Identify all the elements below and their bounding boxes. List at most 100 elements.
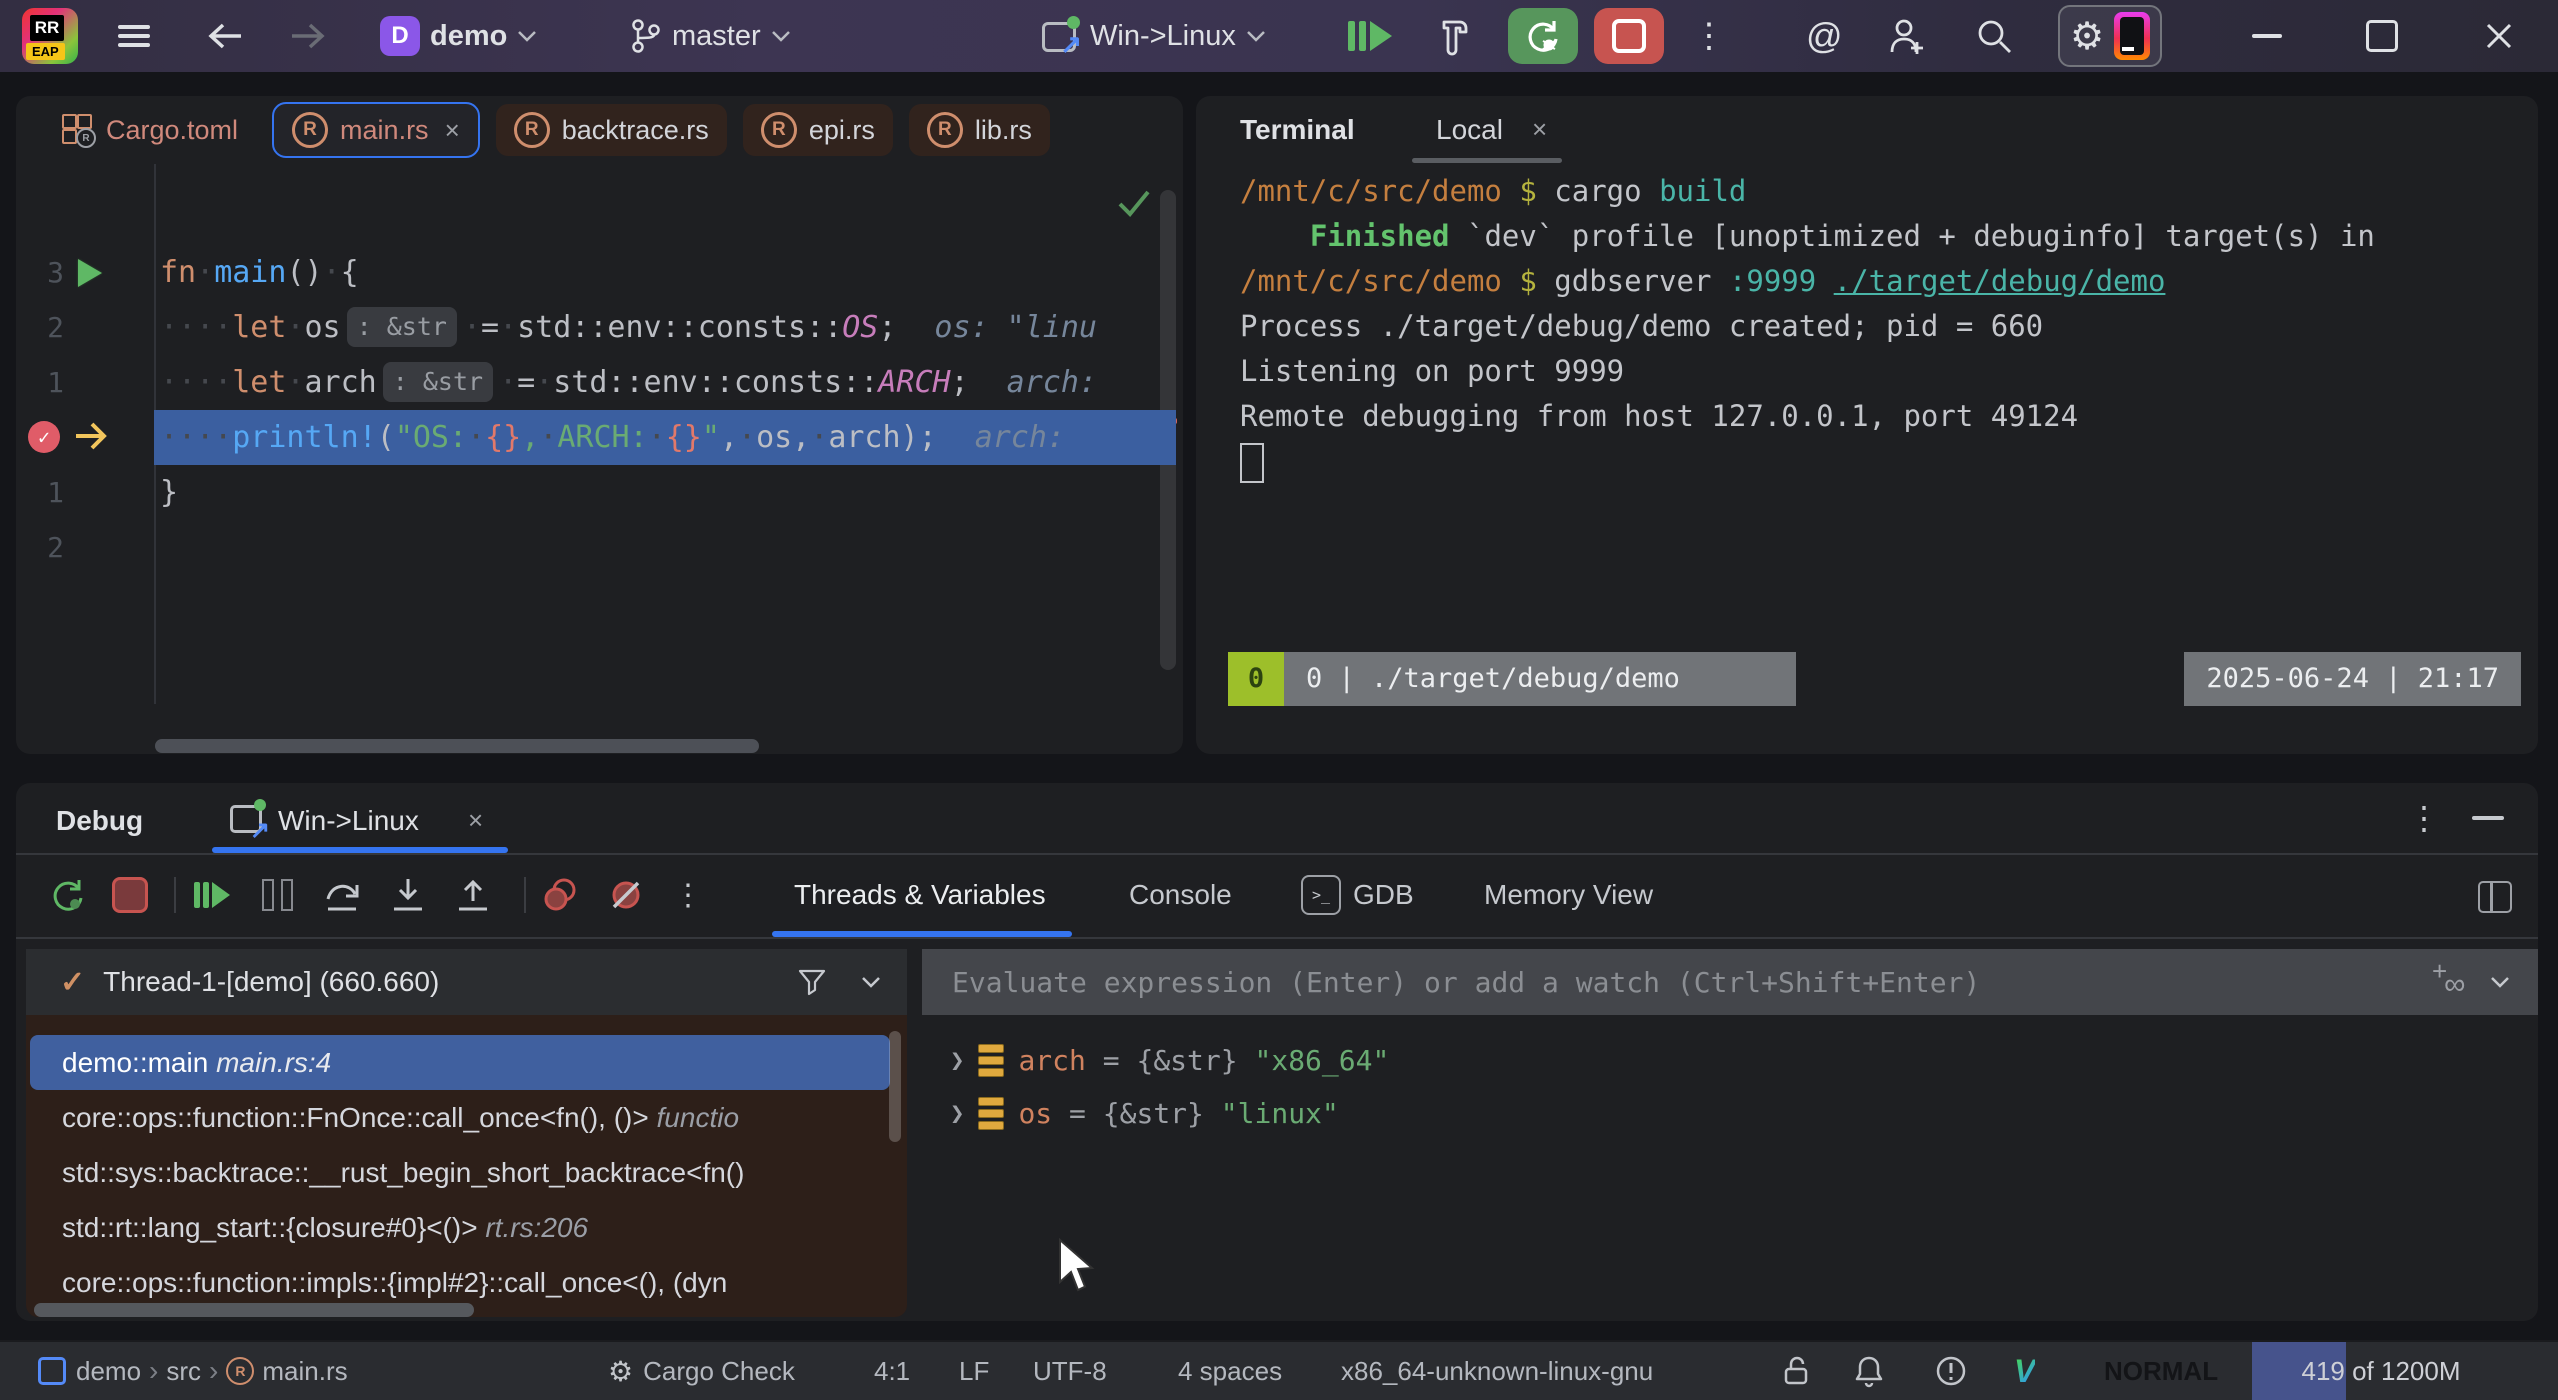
statusbar-breadcrumbs[interactable]: demo›src›Rmain.rs bbox=[38, 1342, 348, 1400]
code-token: ···· bbox=[160, 310, 232, 345]
code-token: ,·ARCH:· bbox=[521, 420, 666, 455]
crumb-src[interactable]: src bbox=[166, 1356, 201, 1387]
variable-row[interactable]: ❯os = {&str} "linux" bbox=[950, 1088, 1339, 1138]
rerun-debug-button[interactable] bbox=[1508, 0, 1578, 72]
stack-frame-row[interactable]: demo::main main.rs:4 bbox=[30, 1035, 890, 1090]
code-line: ····let·arch: &str·=·std::env::consts::A… bbox=[160, 355, 1097, 410]
expand-chevron-icon[interactable]: ❯ bbox=[950, 1046, 964, 1074]
resume-program-button[interactable] bbox=[1348, 0, 1392, 72]
step-out-button[interactable] bbox=[451, 873, 495, 917]
stack-frame-row[interactable]: std::rt::lang_start::{closure#0}<()> rt.… bbox=[30, 1200, 907, 1255]
rust-file-icon: R bbox=[927, 112, 963, 148]
expand-chevron-icon[interactable]: ❯ bbox=[950, 1099, 964, 1127]
more-run-options-button[interactable]: ⋮ bbox=[1692, 0, 1726, 72]
frames-horizontal-scrollbar[interactable] bbox=[34, 1303, 474, 1317]
vcs-branch-widget[interactable]: master bbox=[628, 0, 791, 72]
rustrover-logo-icon: RR EAP bbox=[22, 8, 78, 64]
stack-frame-row[interactable]: std::sys::backtrace::__rust_begin_short_… bbox=[30, 1145, 907, 1200]
debug-panel-options-button[interactable]: ⋮ bbox=[2402, 796, 2446, 840]
inspections-ok-icon[interactable] bbox=[1114, 186, 1154, 220]
crumb-demo[interactable]: demo bbox=[76, 1356, 141, 1387]
settings-group[interactable]: ⚙ bbox=[2058, 0, 2162, 72]
debug-session-tab[interactable]: Win->Linux bbox=[278, 805, 419, 837]
debug-more-actions-button[interactable]: ⋮ bbox=[666, 873, 710, 917]
line-ending: LF bbox=[959, 1356, 989, 1387]
editor-tab-epi.rs[interactable]: Repi.rs bbox=[743, 104, 893, 156]
code-token: ()·{ bbox=[286, 255, 358, 290]
crumb-main.rs[interactable]: main.rs bbox=[262, 1356, 347, 1387]
debugger-tab-GDB[interactable]: >_GDB bbox=[1301, 853, 1414, 937]
editor-tab-Cargo.toml[interactable]: RCargo.toml bbox=[44, 104, 256, 156]
stack-frame-row[interactable]: core::ops::function::impls::{impl#2}::ca… bbox=[30, 1255, 907, 1310]
variable-row[interactable]: ❯arch = {&str} "x86_64" bbox=[950, 1035, 1389, 1085]
tab-close-icon[interactable]: × bbox=[445, 115, 460, 146]
layout-settings-icon[interactable] bbox=[2478, 881, 2512, 913]
mute-breakpoints-button[interactable] bbox=[604, 873, 648, 917]
debug-tab-close-icon[interactable]: × bbox=[468, 805, 483, 836]
step-into-button[interactable] bbox=[386, 873, 430, 917]
stack-frame-row[interactable]: core::ops::function::FnOnce::call_once<f… bbox=[30, 1090, 907, 1145]
target-triple-widget[interactable]: x86_64-unknown-linux-gnu bbox=[1341, 1342, 1653, 1400]
project-widget[interactable]: D demo bbox=[380, 0, 537, 72]
view-breakpoints-button[interactable] bbox=[538, 873, 582, 917]
evaluate-expression-field[interactable]: Evaluate expression (Enter) or add a wat… bbox=[922, 949, 2538, 1015]
stop-button[interactable] bbox=[1594, 0, 1664, 72]
back-button[interactable] bbox=[205, 0, 245, 72]
maximize-button[interactable] bbox=[2366, 0, 2398, 72]
build-button[interactable] bbox=[1432, 0, 1476, 72]
minimize-button[interactable] bbox=[2252, 0, 2282, 72]
resume-toolbar-button[interactable] bbox=[190, 873, 234, 917]
variable-icon bbox=[978, 1097, 1004, 1130]
chevron-down-icon[interactable] bbox=[861, 976, 881, 988]
forward-button[interactable] bbox=[288, 0, 328, 72]
run-configuration-widget[interactable]: ↗ Win->Linux bbox=[1040, 0, 1266, 72]
close-button[interactable] bbox=[2484, 0, 2514, 72]
main-menu-button[interactable] bbox=[118, 0, 150, 72]
terminal-tab-local[interactable]: Local bbox=[1436, 114, 1503, 146]
frames-vertical-scrollbar[interactable] bbox=[889, 1031, 901, 1142]
editor-horizontal-scrollbar[interactable] bbox=[155, 739, 759, 753]
debugger-tab-Console[interactable]: Console bbox=[1129, 853, 1232, 937]
terminal-token bbox=[1502, 264, 1519, 298]
tab-label: main.rs bbox=[340, 115, 429, 146]
rerun-debug-toolbar-button[interactable] bbox=[46, 873, 90, 917]
ideavim-widget[interactable]: V bbox=[2014, 1342, 2035, 1400]
caret-position-widget[interactable]: 4:1 bbox=[874, 1342, 910, 1400]
stop-toolbar-button[interactable] bbox=[108, 873, 152, 917]
debugger-tab-Memory View[interactable]: Memory View bbox=[1484, 853, 1653, 937]
editor-tab-main.rs[interactable]: Rmain.rs× bbox=[272, 102, 480, 158]
terminal-tab-close-icon[interactable]: × bbox=[1532, 114, 1547, 145]
line-ending-widget[interactable]: LF bbox=[959, 1342, 989, 1400]
debugger-tab-Threads & Variables[interactable]: Threads & Variables bbox=[794, 853, 1046, 937]
whitespace-dot: · bbox=[286, 365, 304, 400]
hide-panel-button[interactable] bbox=[2472, 816, 2504, 820]
cargo-check-widget[interactable]: ⚙ Cargo Check bbox=[608, 1342, 795, 1400]
breakpoint-icon[interactable]: ✓ bbox=[28, 421, 60, 453]
ai-assistant-button[interactable]: @ bbox=[1806, 0, 1843, 72]
memory-indicator[interactable]: 419 of 1200M bbox=[2252, 1342, 2510, 1400]
step-over-button[interactable] bbox=[320, 873, 364, 917]
terminal-token: ./target/debug/demo bbox=[1834, 264, 2166, 298]
terminal-token bbox=[1816, 264, 1833, 298]
thread-selector[interactable]: ✓ Thread-1-[demo] (660.660) bbox=[26, 949, 907, 1015]
run-main-icon[interactable] bbox=[78, 259, 102, 287]
encoding-widget[interactable]: UTF-8 bbox=[1033, 1342, 1107, 1400]
chevron-down-icon[interactable] bbox=[2490, 976, 2510, 988]
editor-tab-lib.rs[interactable]: Rlib.rs bbox=[909, 104, 1050, 156]
code-with-me-button[interactable] bbox=[1884, 0, 1928, 72]
filter-funnel-icon[interactable] bbox=[797, 967, 827, 997]
step-out-icon bbox=[453, 875, 493, 915]
lock-widget[interactable] bbox=[1781, 1342, 1811, 1400]
vim-mode-widget[interactable]: NORMAL bbox=[2104, 1342, 2218, 1400]
problems-widget[interactable] bbox=[1935, 1342, 1967, 1400]
search-everywhere-button[interactable] bbox=[1972, 0, 2016, 72]
editor-tab-backtrace.rs[interactable]: Rbacktrace.rs bbox=[496, 104, 727, 156]
statusbar: demo›src›Rmain.rs ⚙ Cargo Check 4:1 LF U… bbox=[0, 1340, 2558, 1400]
app-logo[interactable]: RR EAP bbox=[22, 0, 78, 72]
indent-widget[interactable]: 4 spaces bbox=[1178, 1342, 1282, 1400]
add-watch-icon[interactable]: + ∞ bbox=[2430, 960, 2474, 1004]
run-config-icon: ↗ bbox=[1040, 16, 1080, 56]
code-editor[interactable]: main() 3fn·main()·{2····let·os: &str·=·s… bbox=[16, 164, 1183, 754]
notifications-widget[interactable] bbox=[1853, 1342, 1885, 1400]
pause-toolbar-button[interactable] bbox=[255, 873, 299, 917]
